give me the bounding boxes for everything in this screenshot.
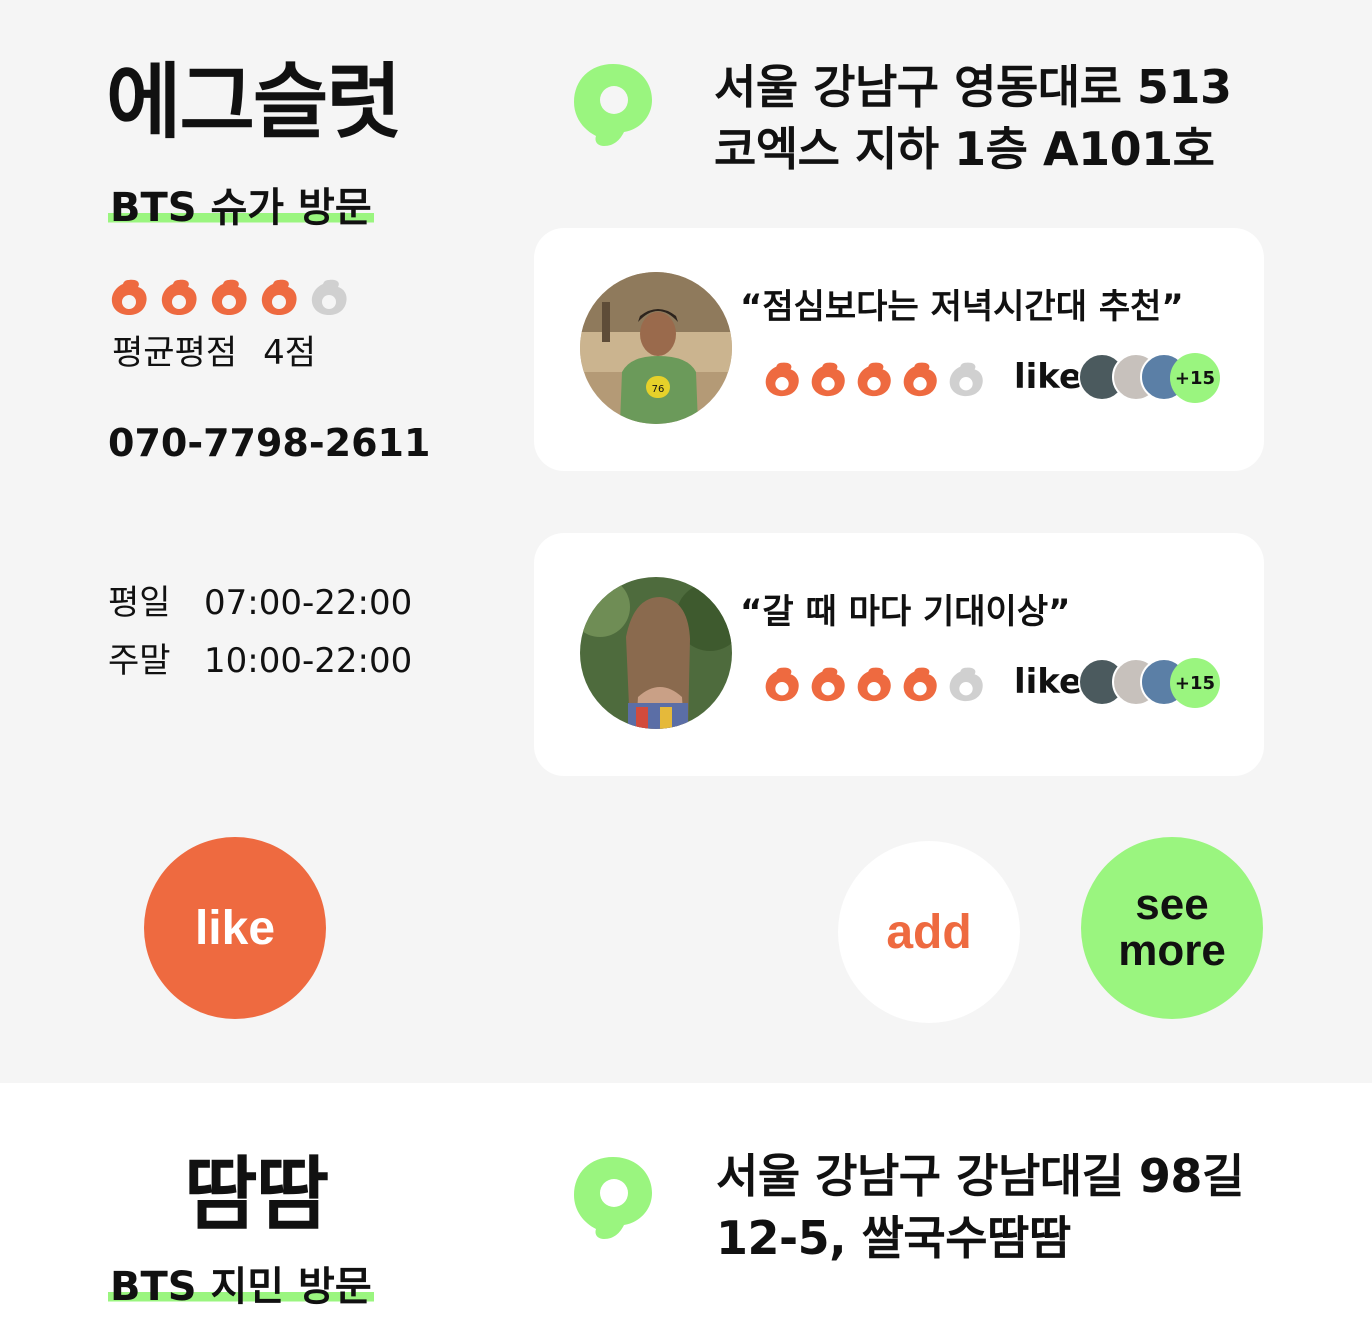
rating-flame-icon	[854, 663, 894, 703]
celebrity-visit-badge: BTS 슈가 방문	[108, 185, 374, 231]
average-rating	[108, 275, 350, 317]
see-more-label-line1: see	[1135, 880, 1209, 929]
liker-avatars[interactable]: +15	[1078, 658, 1228, 708]
rating-flame-empty-icon	[308, 275, 350, 317]
rating-flame-icon	[900, 358, 940, 398]
rating-flame-icon	[208, 275, 250, 317]
rating-flame-icon	[808, 663, 848, 703]
address-line-1: 서울 강남구 강남대길 98길	[716, 1149, 1244, 1203]
address-line-1: 서울 강남구 영동대로 513	[714, 60, 1232, 114]
address: 서울 강남구 영동대로 513 코엑스 지하 1층 A101호	[714, 56, 1232, 180]
rating-flame-icon	[258, 275, 300, 317]
location-pin-icon	[570, 1151, 656, 1241]
restaurant-card-eggslut: 에그슬럿 BTS 슈가 방문 평균평점 4점 070-7798-2611 평일 07…	[0, 0, 1372, 1083]
average-rating-label: 평균평점	[112, 333, 238, 373]
rating-flame-icon	[808, 358, 848, 398]
see-more-label-line2: more	[1118, 926, 1226, 975]
restaurant-card-ddamddam: 땀땀 BTS 지민 방문 서울 강남구 강남대길 98길 12-5, 쌀국수땀땀	[0, 1083, 1372, 1320]
phone-number[interactable]: 070-7798-2611	[108, 424, 430, 462]
more-likers-count: +15	[1170, 353, 1220, 403]
rating-flame-empty-icon	[946, 663, 986, 703]
rating-flame-icon	[762, 663, 802, 703]
rating-flame-icon	[158, 275, 200, 317]
restaurant-name: 땀땀	[184, 1148, 329, 1241]
hours-day: 주말	[108, 641, 171, 681]
rating-flame-icon	[762, 358, 802, 398]
rating-flame-icon	[108, 275, 150, 317]
address: 서울 강남구 강남대길 98길 12-5, 쌀국수땀땀	[716, 1145, 1244, 1269]
svg-text:76: 76	[652, 384, 665, 395]
review-rating	[762, 358, 986, 398]
hours-time: 07:00-22:00	[204, 583, 413, 623]
reviewer-photo	[580, 577, 732, 729]
hours-weekday: 평일 07:00-22:00	[108, 574, 412, 632]
like-button[interactable]: like	[144, 837, 326, 1019]
address-line-2: 12-5, 쌀국수땀땀	[716, 1211, 1071, 1265]
liker-avatars[interactable]: +15	[1078, 353, 1228, 403]
location-pin-icon	[570, 58, 656, 148]
hours-time: 10:00-22:00	[204, 641, 413, 681]
average-rating-value: 4점	[263, 333, 317, 373]
opening-hours: 평일 07:00-22:00 주말 10:00-22:00	[108, 574, 412, 690]
reviewer-photo: 76	[580, 272, 732, 424]
review-card[interactable]: 76 “점심보다는 저녁시간대 추천” like +15	[534, 228, 1264, 471]
review-card[interactable]: “갈 때 마다 기대이상” like +15	[534, 533, 1264, 776]
hours-weekend: 주말 10:00-22:00	[108, 632, 412, 690]
more-likers-count: +15	[1170, 658, 1220, 708]
rating-flame-icon	[900, 663, 940, 703]
average-rating-text: 평균평점 4점	[112, 336, 316, 370]
review-rating	[762, 663, 986, 703]
review-quote: “점심보다는 저녁시간대 추천”	[740, 287, 1184, 327]
see-more-button[interactable]: see more	[1081, 837, 1263, 1019]
rating-flame-empty-icon	[946, 358, 986, 398]
review-quote: “갈 때 마다 기대이상”	[740, 592, 1071, 632]
restaurant-name: 에그슬럿	[106, 55, 402, 150]
rating-flame-icon	[854, 358, 894, 398]
celebrity-visit-badge: BTS 지민 방문	[108, 1264, 374, 1310]
review-like-label[interactable]: like	[1014, 665, 1082, 699]
hours-day: 평일	[108, 583, 171, 623]
add-button[interactable]: add	[838, 841, 1020, 1023]
review-like-label[interactable]: like	[1014, 360, 1082, 394]
address-line-2: 코엑스 지하 1층 A101호	[714, 122, 1215, 176]
